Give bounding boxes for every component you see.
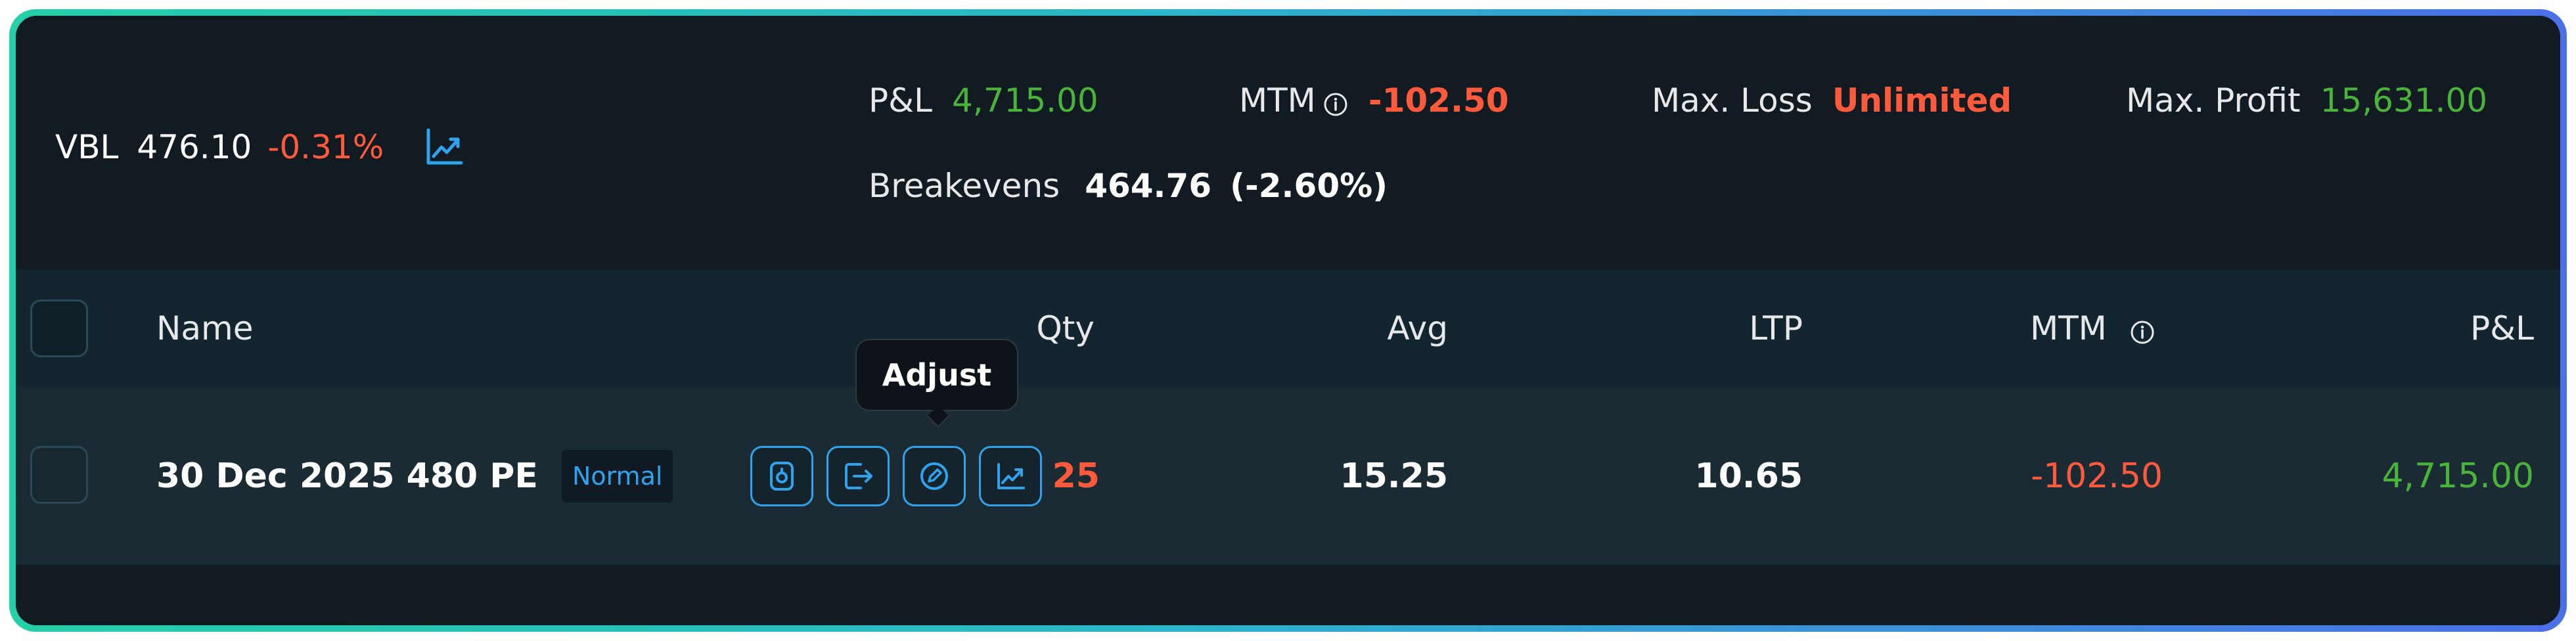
max-loss-stat: Max. Loss Unlimited [1652, 81, 2012, 120]
header-mtm-label: MTM [2030, 309, 2107, 347]
position-card-frame: VBL 476.10 -0.31% P&L 4,715.00 MTM -102.… [9, 9, 2567, 632]
symbol-price: 476.10 [137, 128, 252, 166]
max-profit-label: Max. Profit [2126, 81, 2301, 120]
table-header: Name Qty Avg LTP MTM P&L [16, 269, 2560, 387]
header-ltp[interactable]: LTP [1593, 269, 1803, 387]
mtm-value: -102.50 [1368, 81, 1509, 120]
row-actions [750, 446, 1042, 506]
mtm-cell: -102.50 [2031, 456, 2163, 496]
adjust-tooltip: Adjust [855, 339, 1018, 411]
header-name[interactable]: Name [156, 269, 254, 387]
max-loss-value: Unlimited [1832, 81, 2012, 120]
header-pnl[interactable]: P&L [2315, 269, 2534, 387]
table-footer [16, 565, 2560, 625]
add-order-icon [770, 462, 794, 491]
mtm-stat: MTM -102.50 [1239, 81, 1509, 120]
avg-cell: 15.25 [1340, 456, 1448, 496]
pnl-label: P&L [869, 81, 932, 120]
row-checkbox[interactable] [30, 446, 88, 504]
max-profit-value: 15,631.00 [2320, 81, 2488, 120]
pnl-cell: 4,715.00 [2382, 456, 2534, 496]
table-row[interactable]: 30 Dec 2025 480 PE Normal 25 15.25 10.65… [16, 387, 2560, 565]
symbol-quote: VBL 476.10 -0.31% [55, 126, 465, 168]
qty-cell: 25 [1052, 456, 1100, 496]
select-all-checkbox[interactable] [30, 299, 88, 357]
position-summary: VBL 476.10 -0.31% P&L 4,715.00 MTM -102.… [16, 16, 2560, 269]
breakevens-percent: (-2.60%) [1230, 167, 1388, 205]
max-profit-stat: Max. Profit 15,631.00 [2126, 81, 2487, 120]
ltp-cell: 10.65 [1694, 456, 1803, 496]
info-icon[interactable] [1322, 87, 1349, 116]
breakevens-value: 464.76 [1085, 167, 1212, 205]
position-name-cell: 30 Dec 2025 480 PE Normal [156, 387, 673, 565]
product-type-badge: Normal [561, 450, 673, 502]
mtm-label: MTM [1239, 81, 1316, 120]
pnl-value: 4,715.00 [952, 81, 1098, 120]
exit-button[interactable] [826, 446, 890, 506]
pnl-stat: P&L 4,715.00 [869, 81, 1098, 120]
header-avg[interactable]: Avg [1264, 269, 1448, 387]
symbol-name: VBL [55, 128, 119, 166]
adjust-edit-icon [920, 462, 948, 490]
info-icon[interactable] [2129, 315, 2156, 344]
symbol-change: -0.31% [267, 128, 384, 166]
add-order-button[interactable] [750, 446, 813, 506]
breakevens-stat: Breakevens 464.76 (-2.60%) [869, 167, 1388, 205]
position-card: VBL 476.10 -0.31% P&L 4,715.00 MTM -102.… [16, 16, 2560, 625]
breakevens-label: Breakevens [869, 167, 1060, 205]
chart-trend-icon[interactable] [423, 126, 465, 168]
adjust-button[interactable] [903, 446, 966, 506]
position-name: 30 Dec 2025 480 PE [156, 456, 538, 496]
header-mtm[interactable]: MTM [2030, 269, 2156, 387]
exit-icon [845, 463, 872, 489]
max-loss-label: Max. Loss [1652, 81, 1813, 120]
